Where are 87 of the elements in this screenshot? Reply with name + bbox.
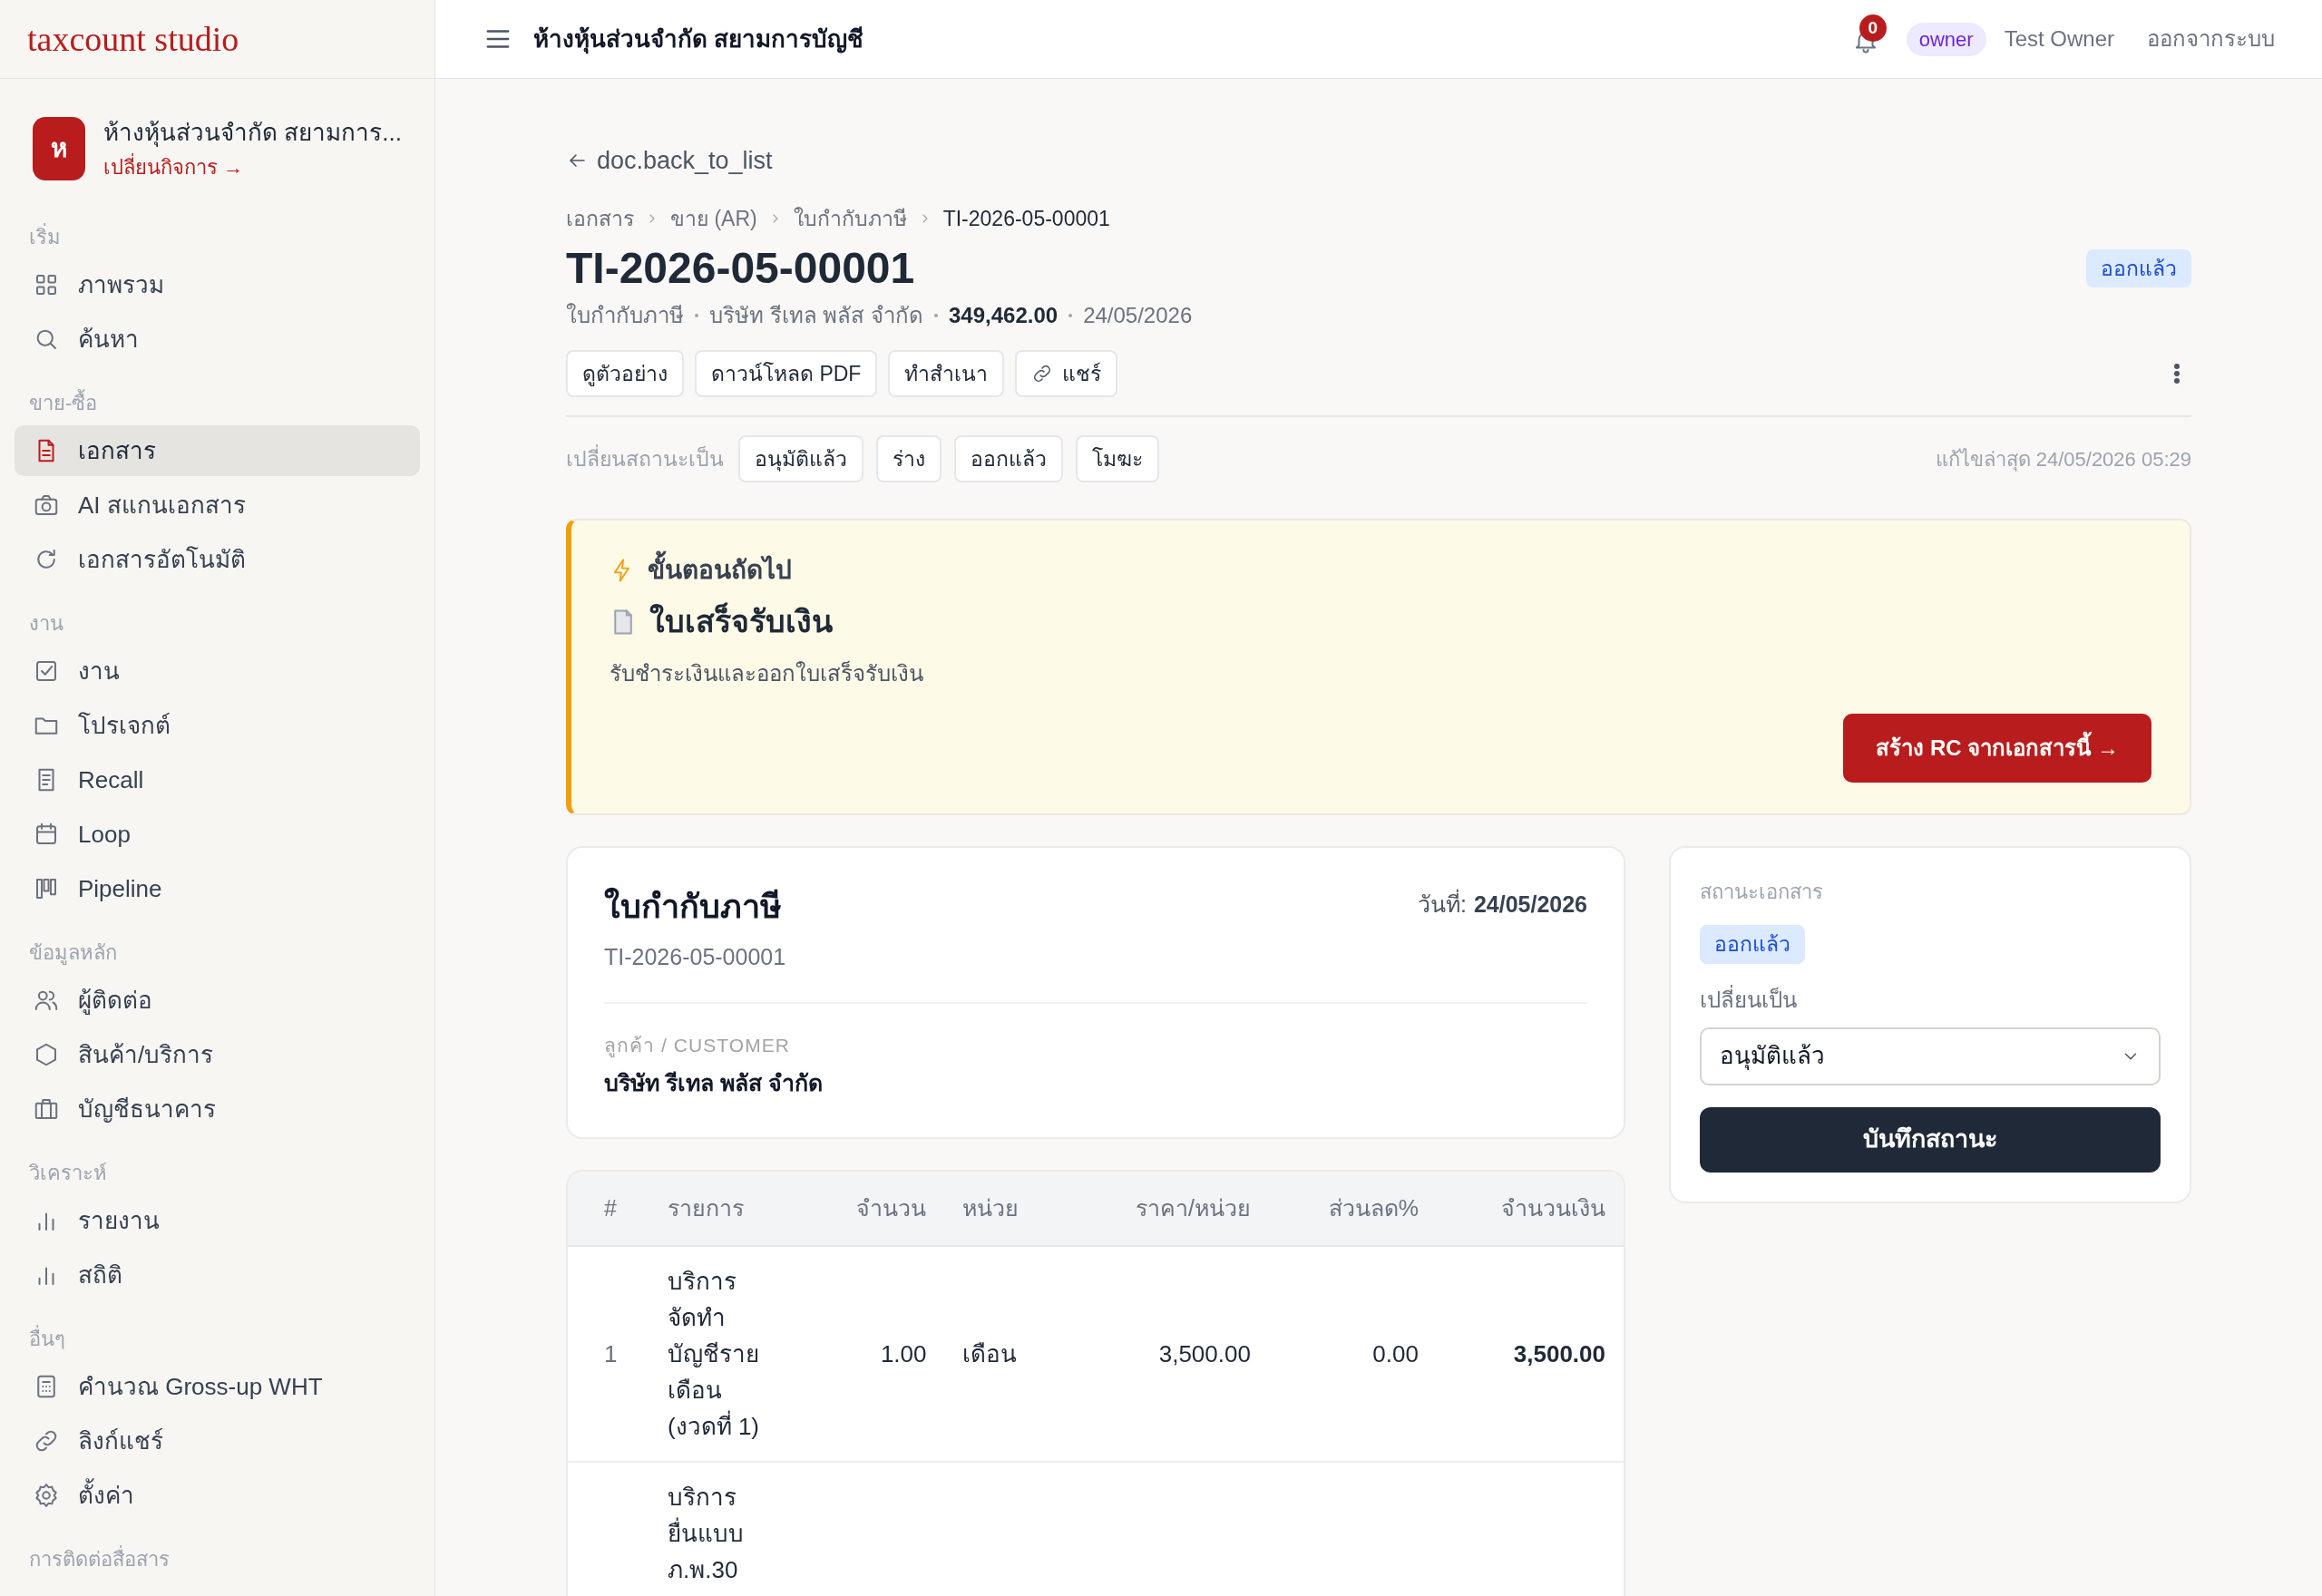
sidebar-item[interactable]: เอกสาร [15,425,420,476]
column-header: รายการ [649,1171,804,1246]
save-status-button[interactable]: บันทึกสถานะ [1700,1106,2161,1173]
date-value: 24/05/2026 [1473,890,1587,919]
sidebar-item[interactable]: บัญชีธนาคาร [15,1084,420,1134]
customer-label: ลูกค้า / CUSTOMER [604,1033,792,1059]
section-label: อื่นๆ [15,1304,420,1361]
workspace-title: ห้างหุ้นส่วนจำกัด สยามการบัญชี [533,24,864,56]
status-panel-label: สถานะเอกสาร [1700,880,1824,905]
status-badge: ออกแล้ว [2086,248,2191,288]
customer-name: บริษัท รีเทล พลัส จำกัด [709,302,923,329]
table-cell-text: เดือน [962,1339,1019,1369]
sidebar-item[interactable]: สถิติ [15,1250,420,1300]
document-number: TI-2026-05-00001 [604,943,786,971]
logout-link[interactable]: ออกจากระบบ [2147,23,2275,55]
sidebar-item[interactable]: Pipeline [15,863,420,914]
sidebar-item[interactable]: คำนวณ Gross-up WHT [15,1361,420,1412]
status-change-label: เปลี่ยนสถานะเป็น [566,443,724,472]
table-cell-text: บริการ จัดทำ บัญชีราย เดือน (งวดที่ 1) [668,1267,760,1442]
settings-icon [33,1482,60,1509]
back-link[interactable]: doc.back_to_list [566,142,773,180]
table-cell-text: 1.00 [879,1339,927,1369]
document-date: 24/05/2026 [1083,302,1193,329]
column-header: จำนวนเงิน [1436,1171,1624,1246]
column-header: หน่วย [944,1171,1068,1246]
status-select[interactable]: อนุมัติแล้ว [1700,1027,2161,1085]
workspace-name: ห้างหุ้นส่วนจำกัด สยามการ... [103,118,402,149]
action-button[interactable]: ดูตัวอย่าง [566,350,684,397]
date-label: วันที่: [1417,888,1467,922]
sidebar-item[interactable]: ภาพรวม [15,259,420,310]
status-option-button[interactable]: ร่าง [876,435,941,482]
sidebar-item[interactable]: ตั้งค่า [15,1470,420,1521]
summary-title: ใบกำกับภาษี [604,886,783,927]
status-option-button[interactable]: อนุมัติแล้ว [738,435,863,482]
more-icon[interactable] [2173,363,2181,384]
table-cell-text: บริการ ยื่นแบบ ภ.พ.30 [668,1483,745,1585]
breadcrumb-link[interactable]: ใบกำกับภาษี [793,202,907,234]
breadcrumb-current: TI-2026-05-00001 [942,205,1110,232]
table-cell-text: 3,500.00 [1157,1339,1251,1369]
sidebar-item[interactable]: ผู้ติดต่อ [15,975,420,1026]
next-step-heading: ขั้นตอนถัดไป [648,551,792,589]
role-badge: owner [1906,22,1986,56]
table-cell-text: 0.00 [1371,1339,1419,1369]
column-header: ส่วนลด% [1268,1171,1437,1246]
next-step-title: ใบเสร็จรับเงิน [649,601,833,640]
section-label: ขาย-ซื้อ [15,368,420,425]
sidebar-item[interactable]: ลิงก์แชร์ [15,1416,420,1466]
sidebar-item[interactable]: Recall [15,754,420,805]
section-label: วิเคราะห์ [28,1161,108,1186]
column-header: จำนวน [804,1171,945,1246]
switch-workspace-link[interactable]: เปลี่ยนกิจการ → [103,152,402,182]
workspace-avatar: ห [33,117,86,180]
last-edited-text: แก้ไขล่าสุด 24/05/2026 05:29 [1935,446,2191,473]
status-badge: ออกแล้ว [1700,925,1805,964]
sidebar-item[interactable]: รายงาน [15,1195,420,1246]
column-header: # [568,1171,649,1246]
document-type: ใบกำกับภาษี [566,302,684,329]
column-header: ราคา/หน่วย [1068,1171,1269,1246]
sidebar-item[interactable]: Loop [15,809,420,860]
sidebar-item[interactable]: AI สแกนเอกสาร [15,480,420,530]
action-button[interactable]: ทำสำเนา [888,350,1005,397]
sidebar-item[interactable]: สินค้า/บริการ [15,1029,420,1080]
sidebar-item[interactable]: ค้นหา [15,314,420,365]
customer-name: บริษัท รีเทล พลัส จำกัด [604,1069,824,1097]
action-button[interactable]: แชร์ [1015,350,1118,397]
table-cell-text: 1 [604,1339,619,1369]
section-label: เริ่ม [15,213,420,259]
breadcrumb-link[interactable]: ขาย (AR) [670,202,757,234]
sidebar-item[interactable]: เอกสารอัตโนมัติ [15,534,420,585]
next-step-description: รับชำระเงินและออกใบเสร็จรับเงิน [610,659,924,687]
section-label: ข้อมูลหลัก [28,940,118,967]
sidebar-item[interactable]: งาน [15,646,420,696]
document-title: TI-2026-05-00001 [566,243,915,294]
status-option-button[interactable]: ออกแล้ว [954,435,1063,482]
create-receipt-button[interactable]: สร้าง RC จากเอกสารนี้ → [1843,714,2151,783]
action-button[interactable]: ดาวน์โหลด PDF [695,350,878,397]
status-option-button[interactable]: โมฆะ [1076,435,1159,482]
brand-logo: taxcount studio [27,22,239,56]
total-amount: 349,462.00 [949,302,1059,329]
sidebar-item[interactable]: โปรเจกต์ [15,700,420,751]
user-name: Test Owner [2004,25,2114,53]
section-label: งาน [28,611,64,637]
notification-badge: 0 [1859,15,1887,42]
table-cell-text: 3,500.00 [1512,1339,1605,1369]
breadcrumb-link[interactable]: เอกสาร [566,202,634,234]
section-label: การติดต่อสื่อสาร [15,1524,420,1581]
change-to-label: เปลี่ยนเป็น [1700,984,1798,1014]
